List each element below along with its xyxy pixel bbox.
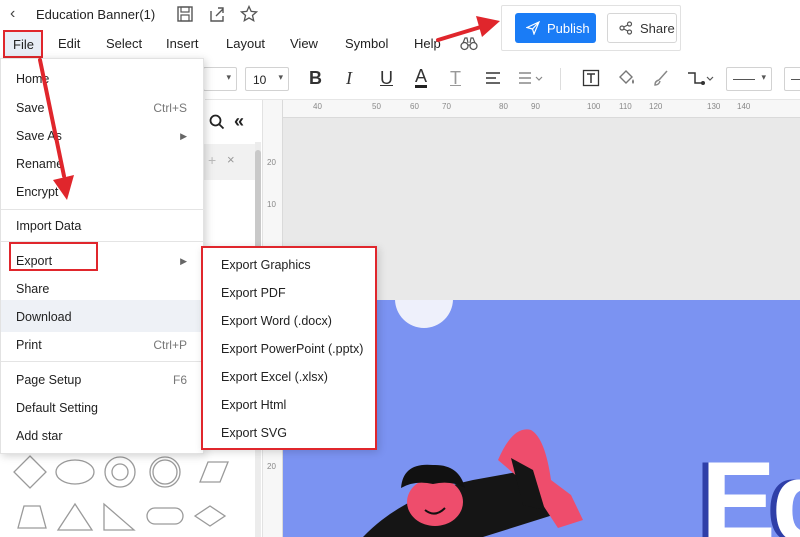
ruler-label: 80 xyxy=(499,102,508,111)
submenu-arrow-icon: ▶ xyxy=(180,131,187,141)
line-width-select[interactable] xyxy=(784,67,800,91)
ruler-label: 20 xyxy=(267,158,276,167)
ruler-label: 110 xyxy=(619,102,632,111)
ruler-label: 120 xyxy=(649,102,663,111)
ruler-label: 130 xyxy=(707,102,721,111)
fill-color-icon[interactable] xyxy=(617,69,637,87)
line-spacing-icon[interactable] xyxy=(517,70,543,86)
export-html[interactable]: Export Html xyxy=(221,398,286,412)
chevron-down-icon: ▾ xyxy=(226,72,231,82)
menu-select[interactable]: Select xyxy=(106,36,142,51)
connector-icon[interactable] xyxy=(686,69,714,87)
bold-button[interactable]: B xyxy=(309,68,322,88)
menu-divider xyxy=(1,361,205,362)
menu-layout[interactable]: Layout xyxy=(226,36,265,51)
shortcut-page-setup: F6 xyxy=(172,373,187,387)
ruler-label: 140 xyxy=(737,102,751,111)
font-color-button[interactable]: A xyxy=(415,67,428,88)
export-excel[interactable]: Export Excel (.xlsx) xyxy=(221,370,328,384)
shortcut-save: Ctrl+S xyxy=(153,101,187,115)
star-icon[interactable] xyxy=(240,5,258,23)
save-icon[interactable] xyxy=(176,5,194,23)
italic-button[interactable]: I xyxy=(346,68,352,88)
ruler-label: 20 xyxy=(267,462,276,471)
menu-file-label: File xyxy=(13,37,34,52)
menu-symbol[interactable]: Symbol xyxy=(345,36,388,51)
share-label: Share xyxy=(640,21,675,36)
export-word[interactable]: Export Word (.docx) xyxy=(221,314,332,328)
line-style-select[interactable]: ▾ xyxy=(726,67,772,91)
export-pdf[interactable]: Export PDF xyxy=(221,286,286,300)
menu-help[interactable]: Help xyxy=(414,36,441,51)
text-box-icon[interactable] xyxy=(582,69,600,87)
binoculars-icon[interactable] xyxy=(460,37,478,51)
publish-share-group: Publish Share xyxy=(501,5,681,51)
menu-item-share[interactable]: Share xyxy=(16,282,49,296)
format-toolbar: ▾ 10 ▾ B I U A T ▾ xyxy=(203,58,800,100)
font-family-select[interactable]: ▾ xyxy=(203,67,237,91)
ruler-label: 50 xyxy=(372,102,381,111)
close-icon[interactable]: × xyxy=(227,152,235,167)
export-graphics[interactable]: Export Graphics xyxy=(221,258,311,272)
publish-button[interactable]: Publish xyxy=(515,13,596,43)
menu-item-default-setting[interactable]: Default Setting xyxy=(16,401,98,415)
font-size-value: 10 xyxy=(253,73,267,87)
publish-label: Publish xyxy=(547,21,590,36)
menu-file[interactable]: File xyxy=(3,30,43,58)
menu-item-import-data[interactable]: Import Data xyxy=(16,219,81,233)
underline-button[interactable]: U xyxy=(380,68,393,88)
ruler-label: 100 xyxy=(587,102,601,111)
menu-item-save[interactable]: Save xyxy=(16,101,45,115)
banner-heading[interactable]: Ed xyxy=(701,446,800,537)
send-icon xyxy=(526,21,540,35)
moon-circle xyxy=(395,300,453,328)
add-icon[interactable]: + xyxy=(208,152,216,168)
submenu-arrow-icon: ▶ xyxy=(180,256,187,266)
toolbar-divider xyxy=(560,68,561,90)
back-icon[interactable]: ‹ xyxy=(10,6,24,22)
panel-tab-area: + × xyxy=(204,144,256,180)
ruler-label: 70 xyxy=(442,102,451,111)
ruler-label: 90 xyxy=(531,102,540,111)
menu-view[interactable]: View xyxy=(290,36,318,51)
shortcut-print: Ctrl+P xyxy=(153,338,187,352)
menu-item-add-star[interactable]: Add star xyxy=(16,429,63,443)
menu-insert[interactable]: Insert xyxy=(166,36,199,51)
chevron-down-icon: ▾ xyxy=(278,72,283,82)
chevron-down-icon: ▾ xyxy=(761,72,766,82)
export-svg[interactable]: Export SVG xyxy=(221,426,287,440)
menu-item-home[interactable]: Home xyxy=(16,72,49,86)
collapse-panel-icon[interactable]: « xyxy=(234,111,244,132)
share-button[interactable]: Share xyxy=(607,13,677,43)
document-title[interactable]: Education Banner(1) xyxy=(36,7,155,22)
menu-item-save-as[interactable]: Save As xyxy=(16,129,62,143)
ruler-label: 10 xyxy=(267,200,276,209)
menu-item-rename[interactable]: Rename xyxy=(16,157,63,171)
line-width-preview xyxy=(791,79,800,80)
menu-item-encrypt[interactable]: Encrypt xyxy=(16,185,58,199)
search-icon[interactable] xyxy=(209,114,225,130)
export-submenu: Export Graphics Export PDF Export Word (… xyxy=(201,246,377,450)
align-icon[interactable] xyxy=(484,70,502,86)
export-icon[interactable] xyxy=(208,5,226,23)
font-size-select[interactable]: 10 ▾ xyxy=(245,67,289,91)
ruler-label: 60 xyxy=(410,102,419,111)
menu-edit[interactable]: Edit xyxy=(58,36,80,51)
share-icon xyxy=(619,21,633,35)
menu-item-print[interactable]: Print xyxy=(16,338,42,352)
menu-divider xyxy=(1,209,205,210)
ruler-label: 40 xyxy=(313,102,322,111)
ruler-top: 40 50 60 70 80 90 100 110 120 130 140 xyxy=(283,100,800,118)
brush-icon[interactable] xyxy=(652,69,670,87)
export-highlight-box xyxy=(9,242,98,271)
basic-shapes-grid[interactable] xyxy=(10,450,250,537)
clear-format-button[interactable]: T xyxy=(450,68,461,88)
line-style-preview xyxy=(733,79,755,80)
menu-item-page-setup[interactable]: Page Setup xyxy=(16,373,81,387)
menu-item-download[interactable]: Download xyxy=(16,310,72,324)
export-powerpoint[interactable]: Export PowerPoint (.pptx) xyxy=(221,342,363,356)
